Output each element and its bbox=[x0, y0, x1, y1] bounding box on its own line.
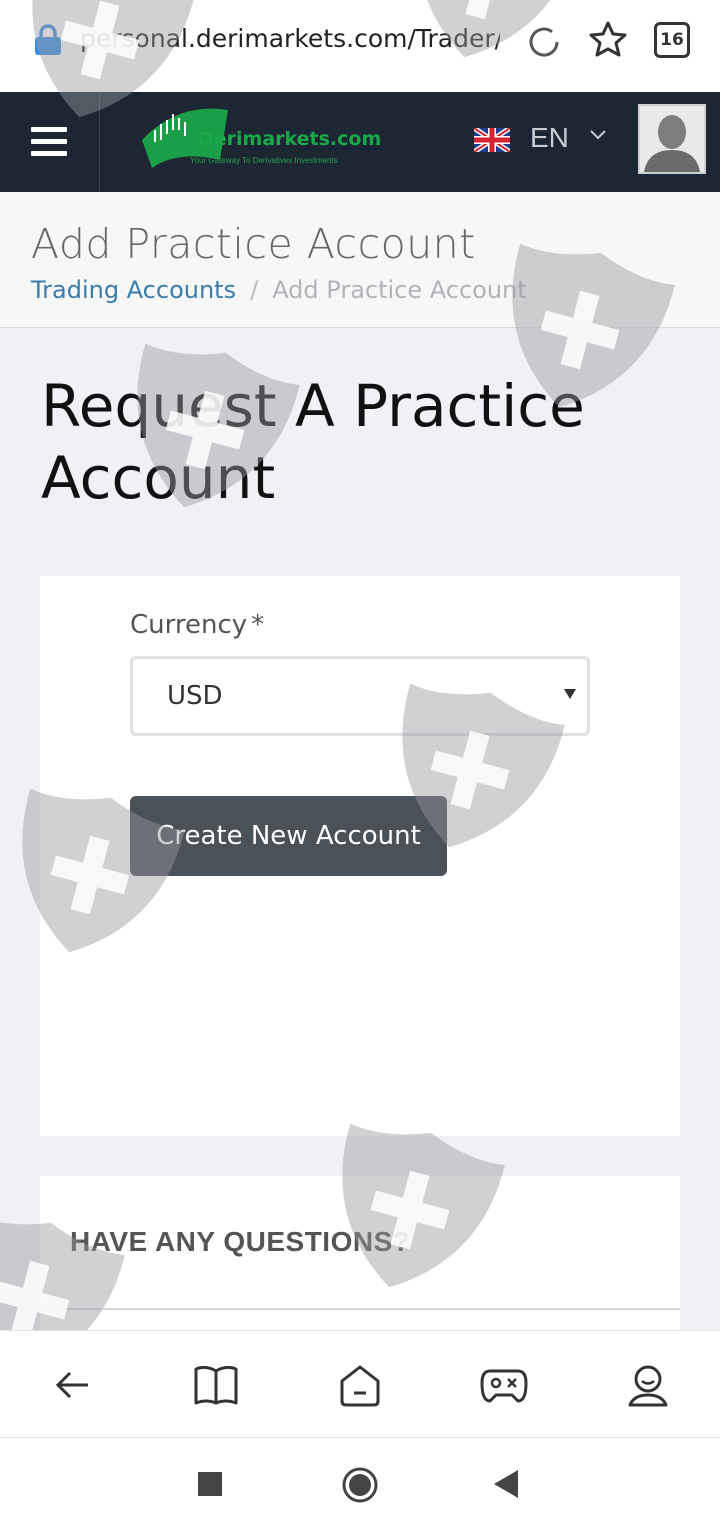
create-new-account-button[interactable]: Create New Account bbox=[130, 796, 447, 876]
required-marker: * bbox=[251, 610, 265, 640]
breadcrumb-link-trading-accounts[interactable]: Trading Accounts bbox=[31, 276, 236, 304]
url-text[interactable]: personal.derimarkets.com/Trader/ bbox=[80, 24, 500, 53]
lock-icon bbox=[35, 24, 61, 55]
breadcrumb-current: Add Practice Account bbox=[272, 276, 527, 304]
logo-tagline: Your Gateway To Derivatives Investments bbox=[190, 156, 338, 165]
page: personal.derimarkets.com/Trader/ 16 Deri… bbox=[0, 0, 720, 1533]
section-heading: Request A Practice Account bbox=[41, 372, 585, 512]
divider bbox=[40, 1308, 680, 1310]
language-selector[interactable]: EN bbox=[530, 122, 569, 154]
header-divider bbox=[99, 92, 100, 192]
back-arrow-icon[interactable] bbox=[50, 1361, 98, 1409]
user-silhouette-icon bbox=[640, 106, 704, 172]
recent-apps-square-icon[interactable] bbox=[198, 1472, 222, 1496]
logo[interactable]: Derimarkets.com Your Gateway To Derivati… bbox=[138, 100, 381, 184]
home-circle-icon[interactable] bbox=[341, 1466, 379, 1504]
page-title: Add Practice Account bbox=[31, 220, 476, 268]
currency-select-value: USD bbox=[167, 681, 223, 711]
home-icon[interactable] bbox=[336, 1361, 384, 1409]
book-icon[interactable] bbox=[192, 1361, 240, 1409]
logo-name: Derimarkets.com bbox=[198, 128, 382, 150]
system-nav-bar bbox=[0, 1438, 720, 1533]
browser-bottom-nav bbox=[0, 1330, 720, 1438]
uk-flag-icon[interactable] bbox=[474, 128, 510, 152]
avatar[interactable] bbox=[638, 104, 706, 174]
currency-select[interactable]: USD bbox=[130, 656, 590, 736]
page-title-bar: Add Practice Account Trading Accounts / Ad… bbox=[0, 192, 720, 328]
gamepad-icon[interactable] bbox=[480, 1361, 528, 1409]
breadcrumb: Trading Accounts / Add Practice Account bbox=[31, 276, 527, 304]
chevron-down-icon[interactable] bbox=[589, 128, 607, 142]
tab-count-button[interactable]: 16 bbox=[654, 22, 690, 58]
profile-icon[interactable] bbox=[624, 1361, 672, 1409]
menu-icon[interactable] bbox=[31, 127, 67, 157]
questions-card: HAVE ANY QUESTIONS? bbox=[40, 1176, 680, 1336]
bookmark-star-icon[interactable] bbox=[588, 20, 628, 60]
currency-label: Currency * bbox=[130, 610, 264, 640]
reload-icon[interactable] bbox=[524, 22, 564, 62]
browser-url-bar: personal.derimarkets.com/Trader/ 16 bbox=[0, 0, 720, 92]
practice-account-form: Currency * USD Create New Account bbox=[40, 576, 680, 1136]
dropdown-arrow-icon bbox=[564, 689, 576, 699]
breadcrumb-separator: / bbox=[250, 276, 259, 304]
back-triangle-icon[interactable] bbox=[494, 1470, 518, 1498]
currency-label-text: Currency bbox=[130, 610, 248, 640]
site-header: Derimarkets.com Your Gateway To Derivati… bbox=[0, 92, 720, 192]
questions-heading: HAVE ANY QUESTIONS? bbox=[70, 1226, 411, 1257]
